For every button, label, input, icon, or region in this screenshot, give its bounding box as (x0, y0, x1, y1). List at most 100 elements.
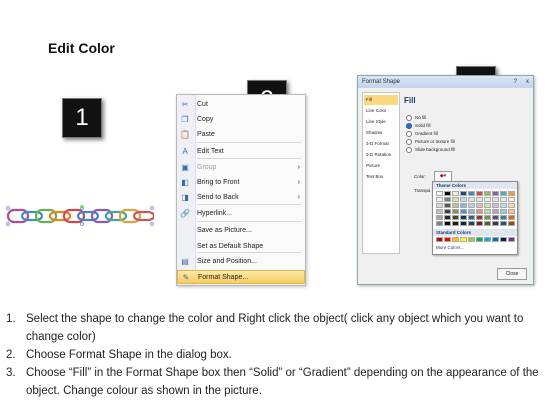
color-swatch[interactable] (436, 203, 443, 208)
color-swatch[interactable] (444, 197, 451, 202)
color-swatch[interactable] (508, 197, 515, 202)
color-swatch[interactable] (436, 215, 443, 220)
color-swatch[interactable] (484, 221, 491, 226)
nav-fill[interactable]: Fill (364, 95, 398, 105)
menu-item-format-shape[interactable]: ✎ Format Shape... (177, 270, 305, 284)
color-swatch[interactable] (508, 209, 515, 214)
color-swatch[interactable] (460, 221, 467, 226)
color-swatch[interactable] (500, 215, 507, 220)
color-swatch[interactable] (452, 197, 459, 202)
color-swatch[interactable] (452, 237, 459, 242)
rotation-handle[interactable] (80, 205, 84, 209)
color-swatch[interactable] (476, 221, 483, 226)
color-swatch[interactable] (476, 209, 483, 214)
color-swatch[interactable] (452, 191, 459, 196)
color-swatch[interactable] (436, 237, 443, 242)
radio-slide-background-fill[interactable]: Slide background fill (406, 146, 455, 154)
color-swatch[interactable] (468, 221, 475, 226)
color-swatch[interactable] (436, 191, 443, 196)
selection-handle[interactable] (6, 206, 10, 210)
menu-item-edit-text[interactable]: A Edit Text (177, 145, 305, 159)
radio-button[interactable] (406, 130, 412, 137)
nav-line-style[interactable]: Line Style (364, 117, 398, 127)
nav-shadow[interactable]: Shadow (364, 128, 398, 138)
color-swatch[interactable] (476, 197, 483, 202)
menu-item-send-to-back[interactable]: ◨ Send to Back › (177, 191, 305, 205)
color-swatch[interactable] (476, 203, 483, 208)
radio-button[interactable] (406, 138, 412, 145)
nav-line-color[interactable]: Line Color (364, 106, 398, 116)
color-swatch[interactable] (436, 209, 443, 214)
color-swatch[interactable] (492, 197, 499, 202)
color-swatch[interactable] (444, 215, 451, 220)
color-swatch[interactable] (500, 203, 507, 208)
color-swatch[interactable] (436, 221, 443, 226)
radio-solid-fill[interactable]: Solid fill (406, 122, 431, 130)
color-swatch[interactable] (452, 221, 459, 226)
nav-3-d-rotation[interactable]: 3-D Rotation (364, 150, 398, 160)
radio-button[interactable] (406, 114, 412, 121)
menu-item-size-and-position[interactable]: ▤ Size and Position... (177, 255, 305, 269)
color-swatch[interactable] (500, 221, 507, 226)
color-swatch[interactable] (444, 237, 451, 242)
color-swatch[interactable] (500, 237, 507, 242)
color-swatch[interactable] (476, 237, 483, 242)
selection-handle[interactable] (80, 222, 84, 226)
color-swatch[interactable] (508, 215, 515, 220)
color-swatch[interactable] (500, 197, 507, 202)
menu-item-cut[interactable]: ✂ Cut (177, 98, 305, 112)
color-swatch[interactable] (460, 209, 467, 214)
help-icon[interactable]: ? (514, 76, 517, 88)
more-colors-link[interactable]: More Colors... (436, 245, 464, 250)
nav-picture[interactable]: Picture (364, 161, 398, 171)
menu-item-hyperlink[interactable]: 🔗 Hyperlink... (177, 207, 305, 221)
color-swatch[interactable] (468, 237, 475, 242)
radio-no-fill[interactable]: No fill (406, 114, 426, 122)
selection-handle[interactable] (6, 222, 10, 226)
color-swatch[interactable] (484, 197, 491, 202)
nav-3-d-format[interactable]: 3-D Format (364, 139, 398, 149)
selection-handle[interactable] (150, 222, 154, 226)
color-swatch[interactable] (492, 237, 499, 242)
color-swatch[interactable] (492, 209, 499, 214)
color-swatch[interactable] (500, 209, 507, 214)
color-swatch[interactable] (460, 203, 467, 208)
menu-item-set-as-default-shape[interactable]: Set as Default Shape (177, 240, 305, 254)
radio-button[interactable] (406, 146, 412, 153)
color-swatch[interactable] (468, 215, 475, 220)
color-swatch[interactable] (468, 191, 475, 196)
color-swatch[interactable] (508, 191, 515, 196)
color-swatch[interactable] (444, 221, 451, 226)
color-swatch[interactable] (476, 215, 483, 220)
color-swatch[interactable] (460, 197, 467, 202)
color-swatch[interactable] (484, 203, 491, 208)
color-swatch[interactable] (436, 197, 443, 202)
color-swatch[interactable] (508, 203, 515, 208)
color-swatch[interactable] (460, 237, 467, 242)
color-swatch[interactable] (508, 237, 515, 242)
color-swatch[interactable] (460, 215, 467, 220)
color-swatch[interactable] (452, 203, 459, 208)
chain-shape[interactable] (6, 205, 154, 227)
radio-button[interactable] (406, 122, 412, 129)
color-swatch[interactable] (484, 209, 491, 214)
color-swatch[interactable] (460, 191, 467, 196)
menu-item-paste[interactable]: 📋 Paste (177, 128, 305, 142)
color-swatch[interactable] (508, 221, 515, 226)
menu-item-bring-to-front[interactable]: ◧ Bring to Front › (177, 176, 305, 190)
menu-item-copy[interactable]: ❐ Copy (177, 113, 305, 127)
close-icon[interactable]: x (526, 76, 529, 88)
color-swatch[interactable] (444, 191, 451, 196)
color-swatch[interactable] (500, 191, 507, 196)
radio-gradient-fill[interactable]: Gradient fill (406, 130, 438, 138)
radio-picture-or-texture-fill[interactable]: Picture or texture fill (406, 138, 455, 146)
close-button[interactable]: Close (497, 268, 527, 280)
color-swatch[interactable] (468, 203, 475, 208)
selection-handle[interactable] (150, 206, 154, 210)
color-swatch[interactable] (484, 237, 491, 242)
color-swatch[interactable] (492, 215, 499, 220)
color-swatch[interactable] (452, 215, 459, 220)
color-swatch[interactable] (476, 191, 483, 196)
color-swatch[interactable] (444, 209, 451, 214)
color-swatch[interactable] (492, 191, 499, 196)
